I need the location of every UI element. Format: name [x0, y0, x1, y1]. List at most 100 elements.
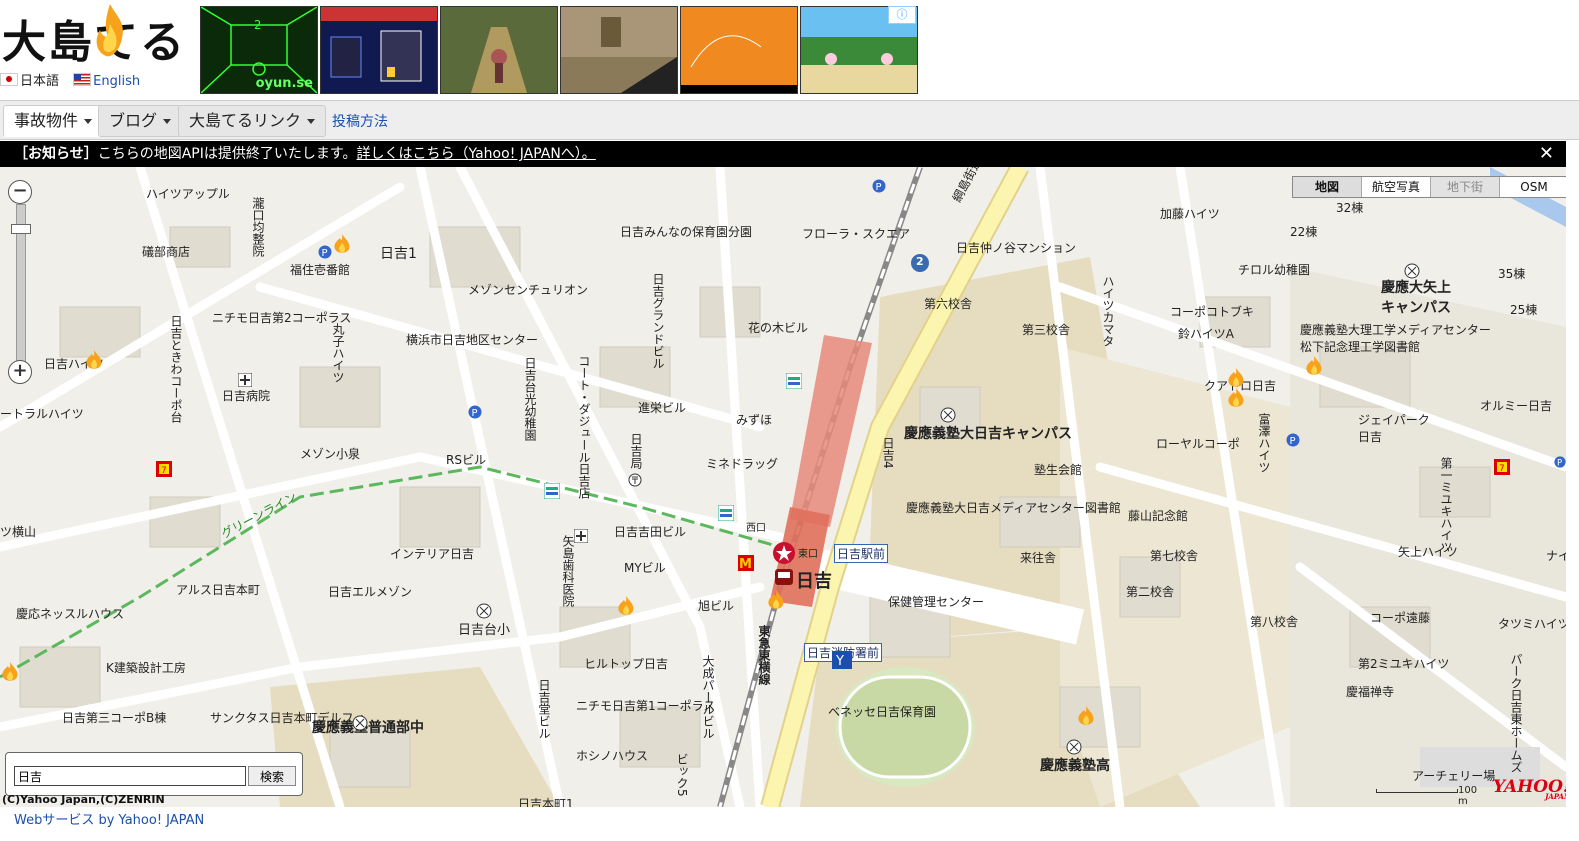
site-logo[interactable]: 大島てる [2, 4, 186, 70]
map-label: インテリア日吉 [390, 547, 475, 561]
adchoices-icon[interactable]: ⓘ [888, 6, 916, 24]
convenience-store-icon: 7 [1494, 459, 1510, 475]
map-label: 保健管理センター [888, 595, 985, 609]
map-label: 日吉4 [881, 437, 895, 469]
caret-down-icon [84, 119, 93, 124]
map-label: 西口 [746, 523, 766, 534]
map-label: 日吉ときわコーポ台 [169, 315, 183, 423]
map-label: ニチモ日吉第1コーポラス [576, 699, 716, 713]
svg-text:7: 7 [1499, 464, 1505, 474]
parking-icon: P [872, 179, 886, 193]
flame-icon[interactable] [0, 661, 20, 683]
map-label: 日吉グランドビル [651, 273, 665, 369]
flame-icon[interactable] [332, 233, 352, 255]
ad-tile[interactable] [440, 6, 558, 94]
ad-graphic [681, 35, 797, 93]
map-label: ジェイパーク日吉 [1358, 413, 1430, 444]
close-icon[interactable]: ✕ [1539, 141, 1554, 167]
post-office-icon [628, 473, 642, 487]
flame-icon[interactable] [1304, 355, 1324, 377]
zoom-in-button[interactable]: + [8, 360, 32, 384]
map-label: 慶應義塾大日吉キャンパス [904, 426, 1072, 442]
map-label: 花の木ビル [748, 321, 809, 335]
map-label: ホシノハウス [576, 749, 649, 763]
map-label: 第六校舎 [924, 297, 973, 311]
station-marker-icon[interactable] [772, 541, 796, 589]
map-label: 日吉台小 [458, 623, 511, 638]
ad-graphic [321, 7, 437, 82]
tab-blog[interactable]: ブログ [98, 105, 183, 137]
parking-icon: P [1554, 456, 1566, 468]
lang-english[interactable]: English [73, 73, 140, 89]
bank-icon [786, 373, 802, 389]
map-label: フローラ・スクエア [802, 227, 911, 241]
map-label: 22棟 [1290, 225, 1318, 239]
map-label: チロル幼稚園 [1238, 263, 1311, 277]
map-label: 旭ビル [698, 599, 735, 613]
svg-text:P: P [1290, 436, 1296, 447]
map-label: アルス日吉本町 [176, 583, 260, 597]
map-label: 瀧口均整院 [251, 197, 265, 257]
map-label: 第七校舎 [1150, 549, 1199, 563]
flame-icon[interactable] [1226, 387, 1246, 409]
map-label: コーポコトブキ [1170, 305, 1255, 319]
flame-icon[interactable] [1076, 705, 1096, 727]
search-button[interactable]: 検索 [248, 766, 296, 786]
zoom-out-button[interactable]: − [8, 180, 32, 204]
map-label: 第八校舎 [1250, 615, 1299, 629]
language-selector: 日本語 English [0, 70, 150, 89]
mcdonalds-icon: M [738, 555, 754, 571]
tab-accident-properties[interactable]: 事故物件 [3, 105, 104, 137]
map-type-map[interactable]: 地図 [1293, 177, 1362, 197]
svg-text:P: P [1557, 458, 1562, 468]
map-label: コーポ遠藤 [1370, 611, 1431, 625]
map-label: 第二校舎 [1126, 585, 1175, 599]
station-label: 日吉 [796, 571, 832, 592]
map-label: 慶福禅寺 [1346, 685, 1395, 699]
map-search-panel: 検索 [5, 752, 303, 796]
ad-tile[interactable] [560, 6, 678, 94]
map-label: 日吉堂ビル [537, 679, 551, 739]
map-type-osm[interactable]: OSM [1500, 177, 1566, 197]
map-label: ツ横山 [0, 525, 37, 539]
map-label: RSビル [446, 453, 486, 467]
flame-icon[interactable] [766, 589, 786, 611]
map-label: 日吉エルメゾン [328, 585, 413, 599]
zoom-slider-handle[interactable] [11, 223, 31, 234]
main-nav: 事故物件 ブログ 大島てるリンク 投稿方法 [0, 100, 1579, 140]
flame-icon[interactable] [84, 349, 104, 371]
parking-icon: P [318, 245, 332, 259]
map-label: 来往舎 [1020, 551, 1057, 565]
ad-tile[interactable]: 2 oyun.se [200, 6, 318, 94]
map-label: 進栄ビル [638, 401, 687, 415]
map-label: 矢上ハイツ [1398, 545, 1458, 559]
flame-icon[interactable] [616, 595, 636, 617]
school-icon [352, 715, 368, 731]
yahoo-logo[interactable]: YAHOO!JAPAN [1493, 777, 1566, 801]
map-label: 横浜市日吉地区センター [406, 333, 539, 347]
map-label: ートラルハイツ [0, 407, 84, 421]
ad-tile[interactable] [320, 6, 438, 94]
map-type-aerial[interactable]: 航空写真 [1362, 177, 1431, 197]
ad-tile[interactable] [680, 6, 798, 94]
zoom-control: − + [8, 180, 32, 385]
map-label: 日吉1 [380, 246, 417, 262]
hospital-icon [238, 373, 252, 387]
bank-icon [544, 483, 560, 499]
search-input[interactable] [14, 766, 246, 786]
ad-caption: oyun.se [255, 76, 313, 91]
map-label: 富澤ハイツ [1257, 413, 1271, 473]
notice-link[interactable]: 詳しくはこちら（Yahoo! JAPANへ）。 [356, 146, 595, 162]
svg-text:7: 7 [161, 466, 167, 476]
how-to-post-link[interactable]: 投稿方法 [332, 111, 388, 131]
lang-japanese[interactable]: 日本語 [0, 73, 59, 89]
svg-text:P: P [876, 182, 882, 193]
yahoo-webservice-link[interactable]: Webサービス by Yahoo! JAPAN [14, 809, 204, 828]
flame-icon[interactable] [1226, 367, 1246, 389]
map-type-underground[interactable]: 地下街 [1431, 177, 1500, 197]
map-label: 第三校舎 [1022, 323, 1071, 337]
map-canvas[interactable]: ハイツアップル 瀧口均整院 礒部商店 福住壱番館 日吉1 ニチモ日吉第2コーポラ… [0, 167, 1566, 807]
map-label: 日吉仲ノ谷マンション [956, 241, 1077, 255]
tab-links[interactable]: 大島てるリンク [178, 105, 327, 137]
school-icon [1404, 263, 1420, 279]
